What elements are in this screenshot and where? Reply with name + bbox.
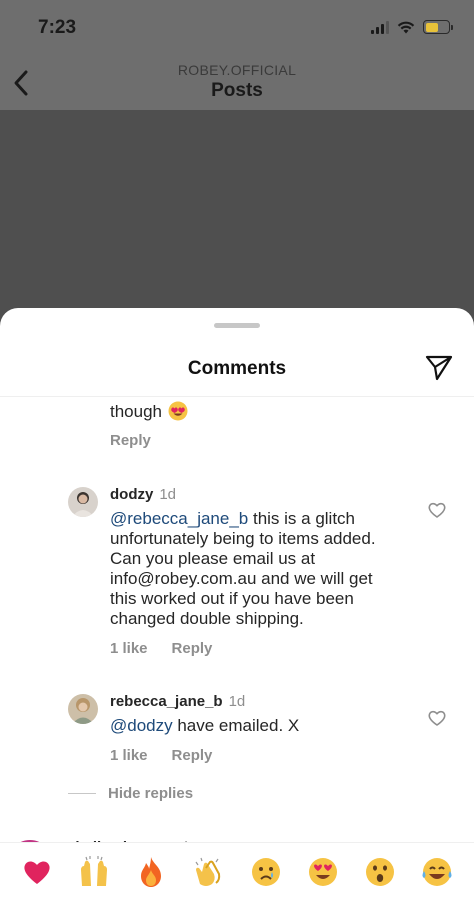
red-heart-emoji-button[interactable]	[20, 855, 54, 889]
username-rebecca[interactable]: rebecca_jane_b	[110, 693, 223, 710]
comments-list[interactable]: though Reply dodzy 1d @rebecca_jane_b thi…	[0, 397, 474, 842]
status-time: 7:23	[38, 17, 77, 38]
signal-icon	[371, 20, 389, 34]
account-name: ROBEY.OFFICIAL	[177, 62, 297, 78]
raising-hands-icon	[80, 855, 107, 886]
surprised-face-icon	[366, 857, 395, 886]
clapping-hands-icon	[195, 857, 221, 886]
comment-header: rebecca_jane_b 1d	[110, 693, 245, 711]
sheet-title: Comments	[187, 358, 287, 379]
raising-hands-emoji-button[interactable]	[77, 855, 111, 889]
wifi-icon	[397, 21, 415, 33]
likes-count[interactable]: 1 like	[110, 640, 148, 657]
heart-eyes-icon	[168, 401, 188, 421]
mention-link[interactable]: @dodzy	[110, 716, 173, 735]
page-title: Posts	[211, 80, 263, 101]
status-icons	[371, 20, 453, 34]
send-icon[interactable]	[424, 354, 454, 382]
like-heart-icon[interactable]	[428, 502, 446, 518]
clapping-hands-emoji-button[interactable]	[191, 855, 225, 889]
surprised-face-emoji-button[interactable]	[363, 855, 397, 889]
crying-face-icon	[251, 857, 280, 886]
heart-eyes-icon	[308, 857, 337, 886]
mention-link[interactable]: @rebecca_jane_b	[110, 509, 248, 528]
red-heart-icon	[24, 860, 50, 884]
reply-button[interactable]: Reply	[110, 432, 151, 449]
hide-replies-line	[68, 793, 96, 794]
fire-emoji-button[interactable]	[134, 855, 168, 889]
comment-header: dodzy 1d	[110, 486, 176, 504]
comment-body-rebecca: @dodzy have emailed. X	[110, 716, 300, 735]
comment-text-partial: though	[110, 401, 188, 422]
next-comment-partial: shelleydown1d	[0, 830, 474, 842]
sheet-grabber[interactable]	[214, 323, 260, 328]
comment-body-dodzy: @rebecca_jane_b this is a glitch unfortu…	[110, 509, 376, 628]
comment-actions-dodzy: 1 like Reply	[110, 640, 212, 657]
tears-of-joy-emoji-button[interactable]	[420, 855, 454, 889]
comment-time: 1d	[228, 693, 246, 710]
comment-time: 1d	[159, 486, 177, 503]
tears-of-joy-icon	[422, 857, 452, 886]
hide-replies-button[interactable]: Hide replies	[108, 785, 193, 802]
fire-icon	[141, 856, 162, 887]
comments-sheet: Comments though Reply dodzy 1d @rebecca_j…	[0, 308, 474, 900]
reply-button[interactable]: Reply	[172, 747, 213, 764]
battery-icon	[423, 20, 453, 34]
heart-eyes-emoji-button[interactable]	[306, 855, 340, 889]
avatar-dodzy[interactable]	[68, 487, 98, 517]
like-heart-icon[interactable]	[428, 710, 446, 726]
reply-button[interactable]: Reply	[172, 640, 213, 657]
comment-actions-rebecca: 1 like Reply	[110, 747, 212, 764]
likes-count[interactable]: 1 like	[110, 747, 148, 764]
avatar-rebecca[interactable]	[68, 694, 98, 724]
emoji-reaction-bar	[0, 842, 474, 900]
crying-face-emoji-button[interactable]	[249, 855, 283, 889]
username-dodzy[interactable]: dodzy	[110, 486, 153, 503]
